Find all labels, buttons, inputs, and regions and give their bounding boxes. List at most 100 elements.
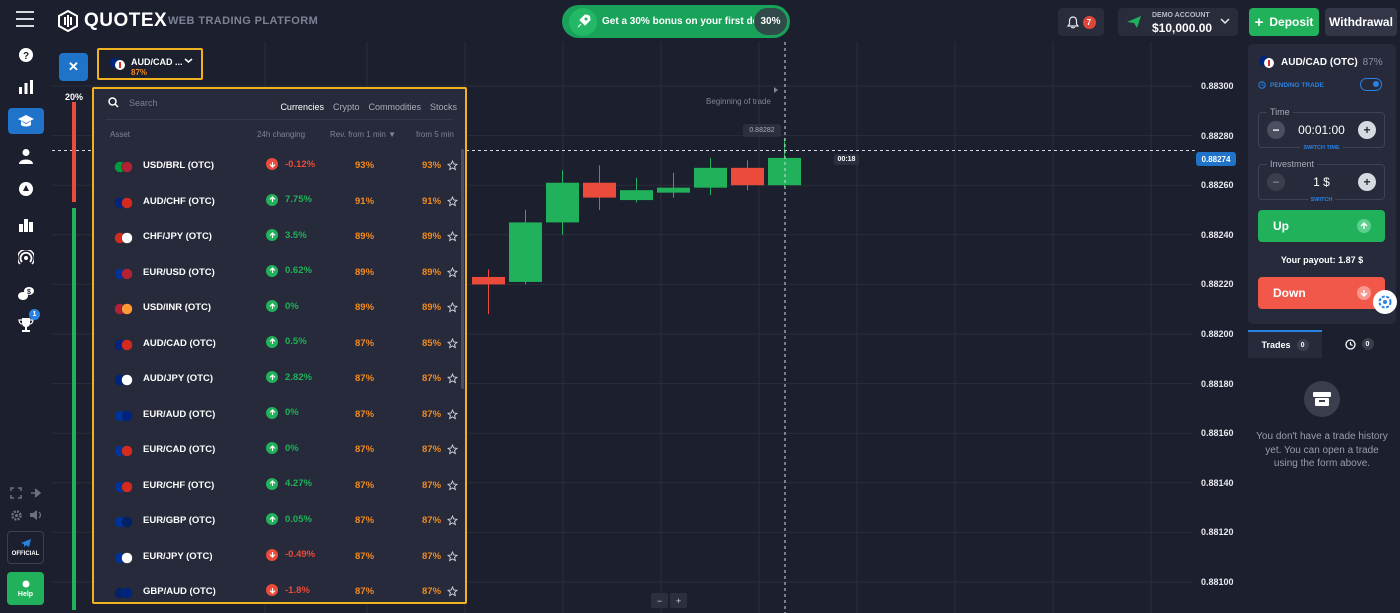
asset-row[interactable]: EUR/USD (OTC) 0.62% 89% 89% <box>108 255 459 289</box>
arrow-right-icon[interactable] <box>30 487 42 499</box>
asset-category-tabs: Currencies Crypto Commodities Stocks <box>280 102 457 112</box>
asset-list-header: Asset 24h changing Rev. from 1 min ▼ fro… <box>94 127 465 143</box>
asset-24h-change: 0% <box>266 300 299 312</box>
tab-currencies[interactable]: Currencies <box>280 102 324 112</box>
asset-row[interactable]: GBP/AUD (OTC) -1.8% 87% 87% <box>108 574 459 602</box>
settings-gear-icon[interactable] <box>10 509 23 522</box>
tab-commodities[interactable]: Commodities <box>368 102 421 112</box>
column-rev-5min[interactable]: from 5 min <box>416 130 454 139</box>
left-navigation: ? $ 1 OFFICIAL Help <box>0 42 52 613</box>
currency-pair-flag-icon <box>114 444 136 457</box>
asset-row[interactable]: AUD/CAD (OTC) 0.5% 87% 85% <box>108 326 459 360</box>
nav-market[interactable] <box>8 176 44 202</box>
asset-name: AUD/CAD (OTC) <box>143 337 216 349</box>
asset-row[interactable]: USD/INR (OTC) 0% 89% 89% <box>108 290 459 324</box>
zoom-out-button[interactable]: − <box>651 593 668 608</box>
up-label: Up <box>1273 219 1289 233</box>
tab-trades[interactable]: Trades 0 <box>1248 330 1322 358</box>
favorite-star-icon[interactable] <box>446 194 459 212</box>
empty-trades-message: You don't have a trade history yet. You … <box>1256 431 1388 469</box>
switch-currency-button[interactable]: SWITCH <box>1259 197 1384 203</box>
favorite-star-icon[interactable] <box>446 407 459 425</box>
asset-row[interactable]: CHF/JPY (OTC) 3.5% 89% 89% <box>108 219 459 253</box>
current-price-tag: 0.88274 <box>1196 152 1236 166</box>
currency-pair-flag-icon <box>114 515 136 528</box>
favorite-star-icon[interactable] <box>446 265 459 283</box>
asset-row[interactable]: AUD/CHF (OTC) 7.75% 91% 91% <box>108 184 459 218</box>
zoom-in-button[interactable]: + <box>670 593 687 608</box>
sound-icon[interactable] <box>29 509 43 521</box>
favorite-star-icon[interactable] <box>446 229 459 247</box>
asset-name: EUR/GBP (OTC) <box>143 515 216 526</box>
asset-row[interactable]: AUD/JPY (OTC) 2.82% 87% 87% <box>108 361 459 395</box>
asset-list-scrollbar[interactable] <box>461 149 464 389</box>
asset-name: USD/INR (OTC) <box>143 302 212 313</box>
down-button[interactable]: Down <box>1258 277 1385 309</box>
column-24h-change[interactable]: 24h changing <box>257 130 305 139</box>
account-selector[interactable]: DEMO ACCOUNT $10,000.00 <box>1118 8 1238 36</box>
asset-row[interactable]: EUR/GBP (OTC) 0.05% 87% 87% <box>108 503 459 537</box>
investment-increase-button[interactable]: + <box>1358 173 1376 191</box>
arrow-down-icon <box>266 158 278 170</box>
favorite-star-icon[interactable] <box>446 513 459 531</box>
time-increase-button[interactable]: + <box>1358 121 1376 139</box>
asset-selector[interactable]: AUD/CAD ... 87% <box>97 48 203 80</box>
pending-trade-toggle[interactable] <box>1360 78 1382 91</box>
ai-assistant-button[interactable] <box>1373 290 1397 314</box>
deposit-button[interactable]: + Deposit <box>1249 8 1319 36</box>
price-axis-label: 0.88240 <box>1201 229 1234 240</box>
asset-row[interactable]: EUR/CHF (OTC) 4.27% 87% 87% <box>108 468 459 502</box>
asset-row[interactable]: EUR/JPY (OTC) -0.49% 87% 87% <box>108 539 459 573</box>
signals-icon <box>18 250 34 265</box>
nav-signals[interactable] <box>8 245 44 271</box>
favorite-star-icon[interactable] <box>446 300 459 318</box>
candle-body <box>509 222 542 282</box>
nav-tournaments[interactable]: 1 <box>8 309 44 338</box>
fullscreen-icon[interactable] <box>10 487 22 499</box>
down-label: Down <box>1273 286 1306 300</box>
switch-time-button[interactable]: SWITCH TIME <box>1259 145 1384 151</box>
trades-tabs: Trades 0 0 <box>1248 330 1396 358</box>
favorite-star-icon[interactable] <box>446 336 459 354</box>
brand-logo[interactable]: QUOTEX <box>58 10 167 32</box>
menu-icon[interactable] <box>16 11 34 27</box>
column-asset[interactable]: Asset <box>110 130 130 139</box>
help-button[interactable]: Help <box>7 572 44 605</box>
nav-coins[interactable]: $ <box>8 280 44 306</box>
withdrawal-button[interactable]: Withdrawal <box>1325 8 1397 36</box>
tab-stocks[interactable]: Stocks <box>430 102 457 112</box>
nav-help[interactable]: ? <box>8 42 44 68</box>
tab-crypto[interactable]: Crypto <box>333 102 360 112</box>
tab-history[interactable]: 0 <box>1322 330 1396 358</box>
asset-row[interactable]: EUR/CAD (OTC) 0% 87% 87% <box>108 432 459 466</box>
nav-leaderboard[interactable] <box>8 212 44 238</box>
favorite-star-icon[interactable] <box>446 371 459 389</box>
asset-rev-5min: 91% <box>422 195 442 207</box>
asset-row[interactable]: USD/BRL (OTC) -0.12% 93% 93% <box>108 148 459 182</box>
promo-banner[interactable]: Get a 30% bonus on your first deposit 30… <box>562 5 790 38</box>
history-count: 0 <box>1361 338 1374 350</box>
trades-tab-label: Trades <box>1261 340 1291 350</box>
favorite-star-icon[interactable] <box>446 549 459 567</box>
zoom-controls: − + <box>651 593 687 608</box>
nav-profile[interactable] <box>8 143 44 169</box>
favorite-star-icon[interactable] <box>446 584 459 602</box>
official-channel-button[interactable]: OFFICIAL <box>7 531 44 564</box>
plus-icon: + <box>1254 13 1264 31</box>
asset-rev-5min: 87% <box>422 373 442 384</box>
nav-analytics[interactable] <box>8 74 44 100</box>
column-rev-1min[interactable]: Rev. from 1 min ▼ <box>330 130 396 139</box>
favorite-star-icon[interactable] <box>446 158 459 176</box>
asset-rev-5min: 89% <box>422 231 442 242</box>
up-button[interactable]: Up <box>1258 210 1385 242</box>
asset-row[interactable]: EUR/AUD (OTC) 0% 87% 87% <box>108 397 459 431</box>
asset-search[interactable] <box>108 97 229 108</box>
account-type-label: DEMO ACCOUNT <box>1152 12 1210 19</box>
favorite-star-icon[interactable] <box>446 442 459 460</box>
nav-education[interactable] <box>8 108 44 134</box>
high-price-tag: 0.88282 <box>743 124 781 137</box>
notifications-button[interactable]: 7 <box>1058 8 1104 36</box>
close-asset-list-button[interactable]: ✕ <box>59 53 88 81</box>
favorite-star-icon[interactable] <box>446 478 459 496</box>
asset-search-input[interactable] <box>129 97 229 108</box>
